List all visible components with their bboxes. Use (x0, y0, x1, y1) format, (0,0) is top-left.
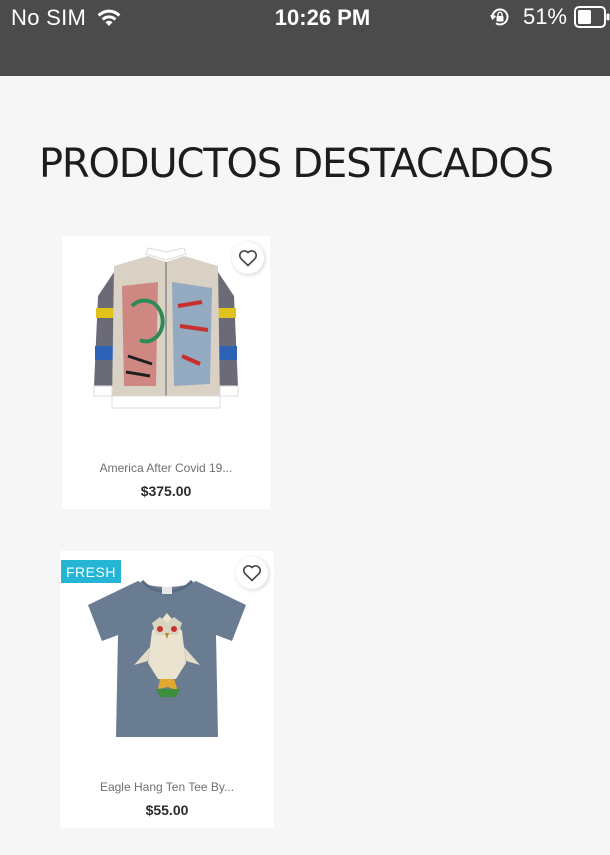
status-bar: No SIM 10:26 PM 51% (0, 0, 610, 76)
section-title: PRODUCTOS DESTACADOS (39, 141, 554, 187)
wishlist-button[interactable] (236, 557, 268, 589)
product-card[interactable]: FRESH Eagle Hang Ten Tee By... $55.00 (60, 551, 274, 828)
product-name[interactable]: Eagle Hang Ten Tee By... (60, 780, 274, 794)
product-name[interactable]: America After Covid 19... (62, 461, 270, 475)
battery-percentage: 51% (522, 4, 567, 29)
heart-icon (238, 250, 258, 267)
battery-icon (574, 6, 610, 28)
product-card[interactable]: America After Covid 19... $375.00 (62, 236, 270, 509)
status-right: 51% (489, 4, 610, 30)
orientation-lock-icon (490, 8, 509, 26)
product-price: $375.00 (140, 483, 192, 499)
wishlist-button[interactable] (232, 242, 264, 274)
fresh-badge: FRESH (61, 560, 121, 583)
product-price: $55.00 (145, 802, 189, 818)
heart-icon (242, 565, 262, 582)
